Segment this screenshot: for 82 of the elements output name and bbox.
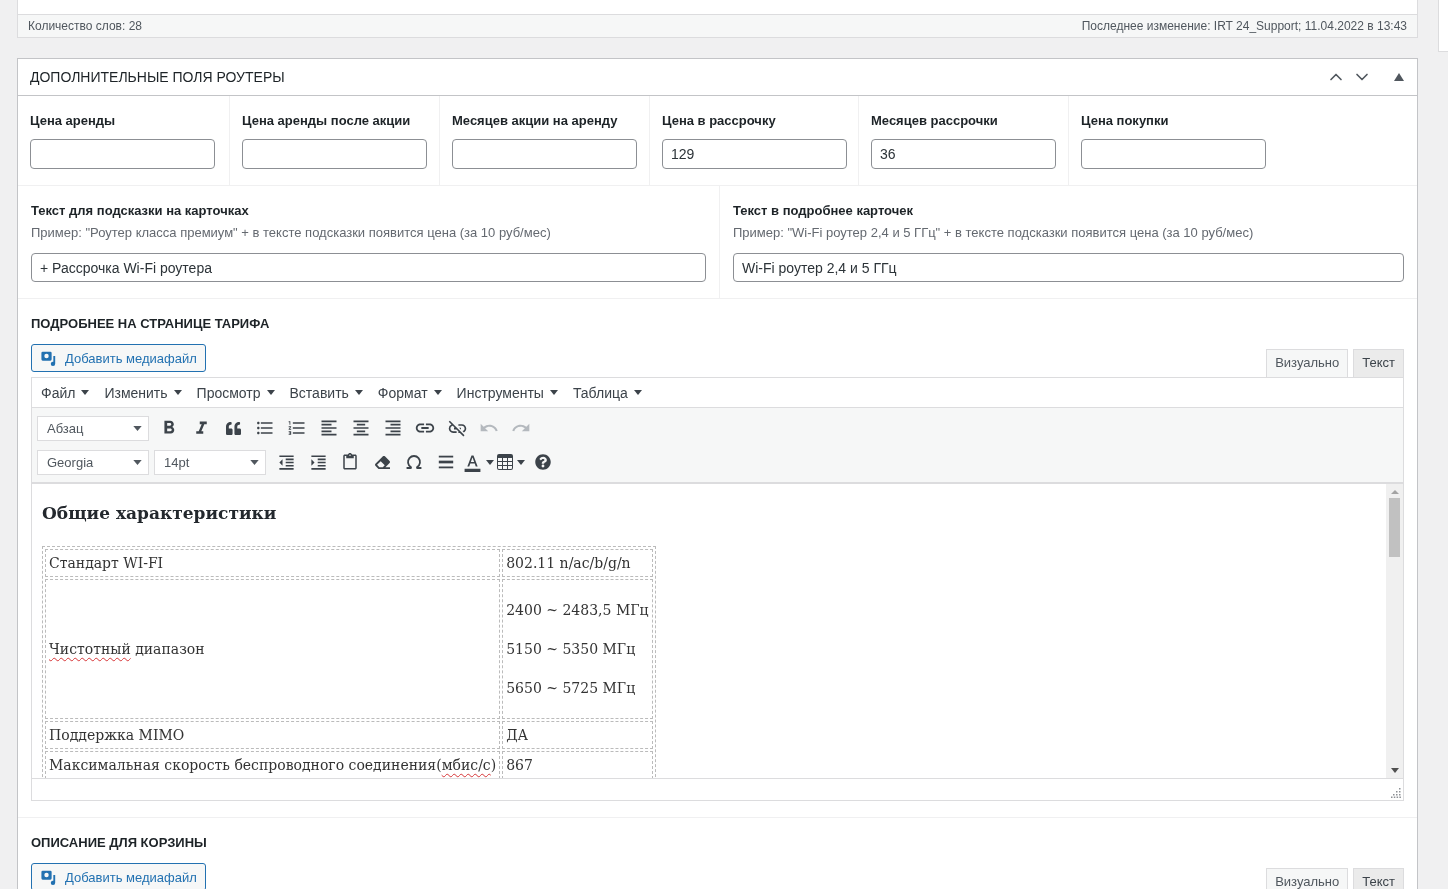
align-right-icon[interactable] (383, 418, 403, 438)
caret-icon[interactable] (266, 390, 275, 395)
field-label: Месяцев акции на аренду (452, 112, 619, 130)
scrollbar[interactable] (1386, 484, 1403, 778)
media-icon (41, 349, 58, 367)
caret-icon[interactable] (250, 459, 259, 465)
table-cell: 802.11 n/ac/b/g/n (502, 549, 653, 577)
editor-tab[interactable]: Визуально (1266, 349, 1349, 377)
input-field[interactable] (30, 139, 215, 169)
field-label: Текст в подробнее карточек (733, 202, 914, 220)
omega-icon[interactable] (405, 453, 423, 471)
caret-icon[interactable] (517, 459, 525, 465)
menu-item[interactable]: Формат (370, 379, 449, 406)
eraser-icon[interactable] (374, 454, 390, 470)
table-cell: Чистотный диапазон (45, 579, 501, 719)
menu-item[interactable]: Изменить (97, 379, 189, 406)
table-cell: 867 (502, 751, 653, 778)
menu-item[interactable]: Вставить (282, 379, 370, 406)
caret-icon[interactable] (549, 390, 558, 395)
align-left-icon[interactable] (319, 418, 339, 438)
font-select[interactable]: Georgia (37, 449, 149, 475)
menu-item[interactable]: Инструменты (449, 379, 565, 406)
menu-item[interactable]: Таблица (565, 379, 649, 406)
last-modified-text: Последнее изменение: IRT 24_Support; 11.04.2022 в 13:43 (1081, 19, 1407, 33)
word-count: Количество слов: 28 (28, 19, 142, 33)
section-title: ОПИСАНИЕ ДЛЯ КОРЗИНЫ (31, 834, 208, 852)
caret-icon[interactable] (486, 459, 494, 465)
editor-tab[interactable]: Визуально (1266, 868, 1349, 889)
caret-icon[interactable] (173, 390, 182, 395)
menu-item[interactable]: Просмотр (189, 379, 282, 406)
editor-tab[interactable]: Текст (1353, 868, 1404, 889)
field-label: Месяцев рассрочки (871, 112, 999, 130)
input-field[interactable]: 129 (662, 139, 847, 169)
caret-icon[interactable] (133, 425, 142, 431)
caret-icon[interactable] (433, 390, 442, 395)
media-icon (41, 868, 58, 886)
size-select[interactable]: 14pt (154, 449, 266, 475)
table-cell: Поддержка MIMO (45, 721, 501, 749)
cell-line: 5150 ~ 5350 МГц (506, 640, 637, 659)
input-field[interactable]: 36 (871, 139, 1056, 169)
align-center-icon[interactable] (351, 418, 371, 438)
cell-line: 2400 ~ 2483,5 МГц (506, 601, 649, 620)
field-description: Пример: "Роутер класса премиум" + в тексте подсказки появится цена (за 10 руб/мес) (31, 224, 552, 242)
add-media-button[interactable]: Добавить медиафайл (31, 863, 206, 889)
indent-icon[interactable] (308, 452, 328, 472)
field-label: Цена в рассрочку (662, 112, 777, 130)
menu-item[interactable]: Файл (34, 379, 97, 406)
field-label: Цена аренды после акции (242, 112, 412, 130)
caret-icon[interactable] (354, 390, 363, 395)
field-label: Цена аренды (30, 112, 117, 130)
input-field[interactable] (1081, 139, 1266, 169)
content-heading: Общие характеристики (42, 502, 278, 525)
input-field[interactable] (242, 139, 427, 169)
format-select[interactable]: Абзац (37, 415, 149, 441)
caret-icon[interactable] (133, 459, 142, 465)
add-media-button[interactable]: Добавить медиафайл (31, 344, 206, 372)
numbered-list-icon[interactable] (287, 418, 307, 438)
clipboard-icon[interactable] (341, 453, 359, 471)
caret-icon[interactable] (633, 390, 642, 395)
resize-handle-icon[interactable] (1391, 788, 1401, 798)
horizontal-lines-icon[interactable] (437, 453, 455, 471)
table-icon[interactable] (497, 454, 513, 470)
caret-icon[interactable] (81, 390, 90, 395)
input-field[interactable] (452, 139, 637, 169)
help-icon[interactable] (535, 454, 551, 470)
field-label: Цена покупки (1081, 112, 1170, 130)
outdent-icon[interactable] (276, 452, 296, 472)
field-description: Пример: "Wi-Fi роутер 2,4 и 5 ГГц" + в тексте подсказки появится цена (за 10 руб/мес) (733, 224, 1255, 242)
table-cell: Стандарт WI-FI (45, 549, 501, 577)
table-cell: Максимальная скорость беспроводного соединения(мбис/с) (45, 751, 501, 778)
input-field[interactable]: + Рассрочка Wi-Fi роутера (31, 253, 706, 282)
triangle-icon[interactable] (1394, 73, 1404, 81)
section-title: ПОДРОБНЕЕ НА СТРАНИЦЕ ТАРИФА (31, 315, 271, 333)
text-color-icon[interactable] (463, 452, 482, 472)
cell-line: 5650 ~ 5725 МГц (506, 679, 637, 698)
sidebar-panel (1438, 0, 1448, 52)
quote-icon[interactable] (225, 420, 241, 436)
editor-tab[interactable]: Текст (1353, 349, 1404, 377)
table-cell: ДА (502, 721, 653, 749)
input-field[interactable]: Wi-Fi роутер 2,4 и 5 ГГц (733, 253, 1404, 282)
field-label: Текст для подсказки на карточках (31, 202, 250, 220)
meta-box-title: ДОПОЛНИТЕЛЬНЫЕ ПОЛЯ РОУТЕРЫ (30, 69, 286, 85)
